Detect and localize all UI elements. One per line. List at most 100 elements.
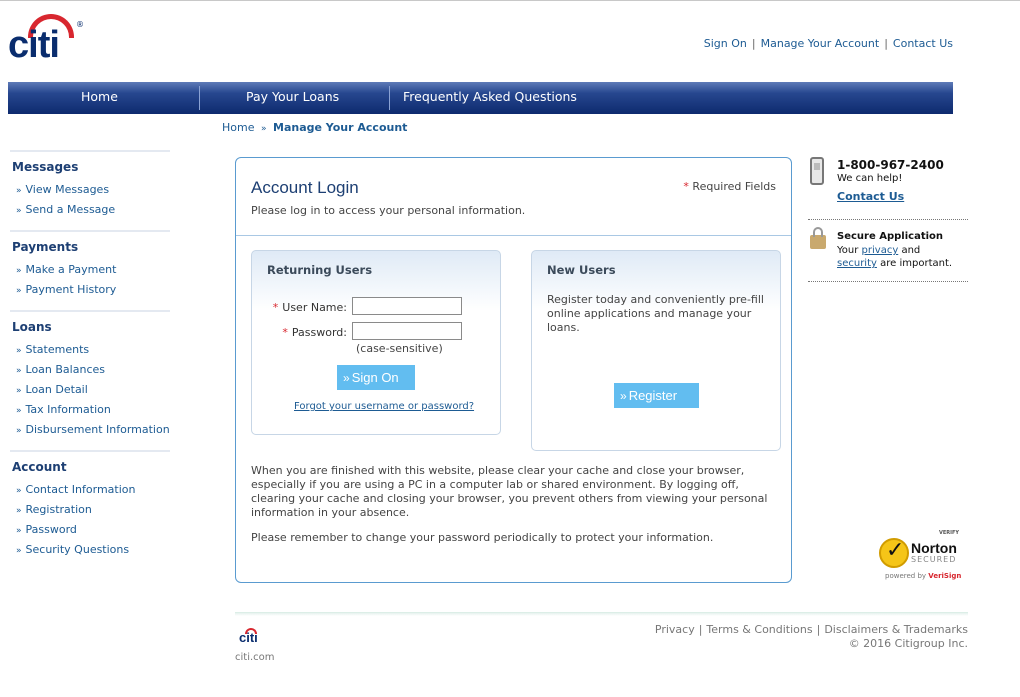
- sign-on-button[interactable]: » Sign On: [337, 365, 415, 390]
- dotted-divider: [808, 281, 968, 282]
- secure-text-part: are important.: [880, 258, 953, 269]
- citi-logo[interactable]: citi ®: [8, 12, 86, 64]
- sidebar-item-label[interactable]: Statements: [26, 343, 90, 356]
- breadcrumb: Home » Manage Your Account: [222, 121, 407, 134]
- sidebar-item-contact-information[interactable]: » Contact Information: [10, 480, 170, 500]
- page-subtitle: Please log in to access your personal in…: [251, 204, 526, 217]
- username-label: * User Name:: [267, 301, 347, 314]
- sidebar-item-label[interactable]: Send a Message: [26, 203, 116, 216]
- nav-pay-your-loans[interactable]: Pay Your Loans: [246, 82, 339, 114]
- returning-users-box: Returning Users * User Name: * Password: (…: [251, 250, 501, 435]
- required-star: *: [282, 326, 288, 339]
- copyright: © 2016 Citigroup Inc.: [848, 637, 968, 650]
- secure-text-part: Your: [837, 245, 859, 256]
- password-input[interactable]: [352, 322, 462, 340]
- nav-faq[interactable]: Frequently Asked Questions: [403, 82, 577, 114]
- sidebar-item-label[interactable]: Make a Payment: [26, 263, 117, 276]
- nav-divider: [389, 86, 390, 110]
- security-link[interactable]: security: [837, 258, 877, 269]
- sign-on-link[interactable]: Sign On: [704, 37, 747, 50]
- sidebar-item-send-message[interactable]: » Send a Message: [10, 200, 170, 220]
- register-button[interactable]: » Register: [614, 383, 699, 408]
- powered-by-text: powered by: [885, 572, 927, 580]
- norton-secured: SECURED: [911, 555, 957, 564]
- chevron-right-icon: »: [16, 406, 22, 416]
- double-chevron-icon: »: [620, 389, 627, 403]
- chevron-right-icon: »: [16, 266, 22, 276]
- main-nav: Home Pay Your Loans Frequently Asked Que…: [8, 82, 953, 114]
- lock-icon: [810, 227, 826, 249]
- norton-verify: VERIFY: [938, 530, 959, 536]
- sidebar-item-security-questions[interactable]: » Security Questions: [10, 540, 170, 560]
- sidebar-item-disbursement-information[interactable]: » Disbursement Information: [10, 420, 170, 440]
- username-input[interactable]: [352, 297, 462, 315]
- footer-privacy-link[interactable]: Privacy: [655, 623, 695, 636]
- contact-us-link[interactable]: Contact Us: [893, 37, 953, 50]
- forgot-credentials-link[interactable]: Forgot your username or password?: [294, 401, 474, 412]
- required-star: *: [272, 301, 279, 314]
- separator: |: [884, 37, 888, 50]
- register-button-label: Register: [628, 388, 678, 403]
- footer-logo-arc-icon: [245, 628, 257, 634]
- chevron-right-icon: »: [16, 546, 22, 556]
- sidebar-item-label[interactable]: Loan Balances: [26, 363, 105, 376]
- checkmark-icon: ✓: [886, 538, 905, 563]
- footer-links: Privacy | Terms & Conditions | Disclaimers &…: [655, 623, 968, 636]
- sidebar-heading-payments: Payments: [10, 230, 170, 260]
- new-users-box: New Users Register today and convenientl…: [531, 250, 781, 451]
- sidebar-heading-loans: Loans: [10, 310, 170, 340]
- case-sensitive-note: (case-sensitive): [356, 342, 443, 355]
- help-text: We can help!: [837, 173, 903, 184]
- breadcrumb-home[interactable]: Home: [222, 121, 254, 134]
- sidebar-item-label[interactable]: Disbursement Information: [26, 423, 170, 436]
- norton-seal[interactable]: VERIFY ✓ Norton SECURED powered by VeriS…: [877, 530, 965, 582]
- chevron-right-icon: »: [16, 486, 22, 496]
- sidebar-item-label[interactable]: Contact Information: [26, 483, 136, 496]
- sidebar-item-label[interactable]: Payment History: [26, 283, 117, 296]
- password-label-text: Password:: [291, 326, 347, 339]
- sidebar-item-statements[interactable]: » Statements: [10, 340, 170, 360]
- footer-terms-link[interactable]: Terms & Conditions: [706, 623, 812, 636]
- breadcrumb-separator: »: [260, 124, 267, 134]
- privacy-link[interactable]: privacy: [862, 245, 899, 256]
- sidebar-item-make-payment[interactable]: » Make a Payment: [10, 260, 170, 280]
- breadcrumb-current: Manage Your Account: [273, 121, 408, 134]
- dotted-divider: [808, 219, 968, 220]
- nav-home[interactable]: Home: [81, 82, 118, 114]
- sidebar-item-view-messages[interactable]: » View Messages: [10, 180, 170, 200]
- registered-mark: ®: [76, 20, 84, 29]
- sidebar-item-payment-history[interactable]: » Payment History: [10, 280, 170, 300]
- separator: |: [751, 37, 756, 50]
- divider: [236, 235, 791, 236]
- contact-us-help-link[interactable]: Contact Us: [837, 190, 904, 203]
- sidebar-item-tax-information[interactable]: » Tax Information: [10, 400, 170, 420]
- chevron-right-icon: »: [16, 526, 22, 536]
- secure-application-text: Your privacy and security are important.: [837, 244, 967, 270]
- footer-disclaimers-link[interactable]: Disclaimers & Trademarks: [824, 623, 968, 636]
- new-users-title: New Users: [547, 263, 616, 277]
- sidebar-item-label[interactable]: Tax Information: [26, 403, 111, 416]
- sidebar-item-loan-detail[interactable]: » Loan Detail: [10, 380, 170, 400]
- sidebar-item-label[interactable]: View Messages: [26, 183, 110, 196]
- sidebar-item-label[interactable]: Loan Detail: [26, 383, 88, 396]
- footer-logo[interactable]: citi: [239, 628, 258, 645]
- phone-icon: [810, 157, 824, 185]
- sidebar-item-label[interactable]: Security Questions: [26, 543, 130, 556]
- double-chevron-icon: »: [343, 371, 350, 385]
- chevron-right-icon: »: [16, 286, 22, 296]
- manage-account-link[interactable]: Manage Your Account: [761, 37, 880, 50]
- norton-powered-by: powered by VeriSign: [885, 572, 961, 580]
- sidebar-item-label[interactable]: Registration: [26, 503, 92, 516]
- sidebar-item-password[interactable]: » Password: [10, 520, 170, 540]
- chevron-right-icon: »: [16, 366, 22, 376]
- footer-divider: [235, 612, 968, 616]
- chevron-right-icon: »: [16, 346, 22, 356]
- verisign-text: VeriSign: [928, 572, 962, 580]
- separator: |: [816, 623, 821, 636]
- sidebar-item-loan-balances[interactable]: » Loan Balances: [10, 360, 170, 380]
- sidebar-item-label[interactable]: Password: [26, 523, 77, 536]
- sidebar-item-registration[interactable]: » Registration: [10, 500, 170, 520]
- sign-on-button-label: Sign On: [351, 370, 399, 385]
- logo-text: citi: [8, 24, 60, 66]
- password-reminder: Please remember to change your password …: [251, 531, 714, 544]
